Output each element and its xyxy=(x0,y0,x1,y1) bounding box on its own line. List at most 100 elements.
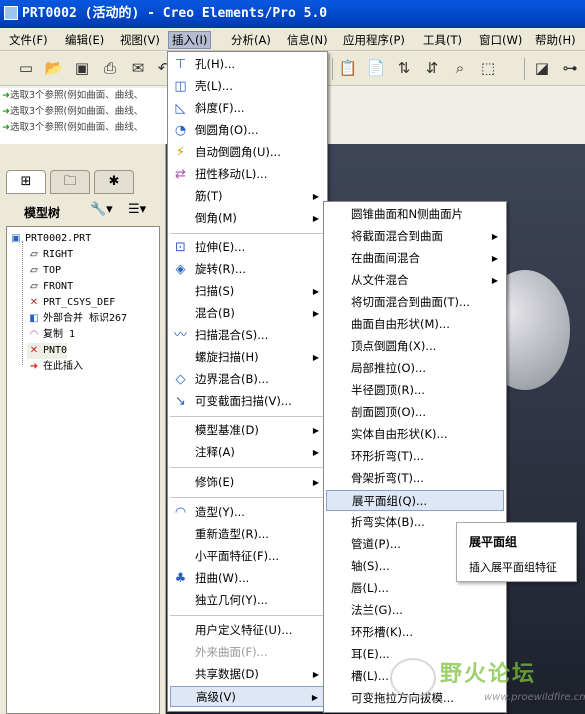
tree-item[interactable]: ▱ RIGHT xyxy=(27,247,73,263)
menu-item-radius-dome[interactable]: 半径圆顶(R)... xyxy=(326,380,504,401)
menu-item-draft[interactable]: ◺ 斜度(F)... xyxy=(170,98,325,119)
menu-item-blend-between-surfaces[interactable]: 在曲面间混合 ▶ xyxy=(326,248,504,269)
tree-item[interactable]: ✕ PRT_CSYS_DEF xyxy=(27,295,115,311)
menu-view[interactable]: 视图(V) xyxy=(117,31,163,49)
tooltip: 展平面组 插入展平面组特征 xyxy=(456,522,577,582)
menu-item-auto-round[interactable]: ⚡ 自动倒圆角(U)... xyxy=(170,142,325,163)
menu-item-revolve[interactable]: ◈ 旋转(R)... xyxy=(170,259,325,280)
submenu-arrow-icon: ▶ xyxy=(312,287,319,296)
menu-item-boundary-blend[interactable]: ◇ 边界混合(B)... xyxy=(170,369,325,390)
message-line: ➜选取3个参照(例如曲面、曲线、 xyxy=(2,90,144,101)
menu-tools[interactable]: 工具(T) xyxy=(420,31,465,49)
menu-applications[interactable]: 应用程序(P) xyxy=(340,31,408,49)
menu-item-chamfer[interactable]: 倒角(M) ▶ xyxy=(170,208,325,229)
submenu-arrow-icon: ▶ xyxy=(491,232,498,241)
menu-file[interactable]: 文件(F) xyxy=(6,31,51,49)
datum-tree-icon[interactable]: ⊶ xyxy=(560,58,580,78)
email-icon[interactable]: ✉ xyxy=(128,58,148,78)
show-menu-icon[interactable]: ☰▾ xyxy=(128,202,146,217)
menu-insert[interactable]: 插入(I) xyxy=(168,31,212,49)
regenerate-icon[interactable]: ⇅ xyxy=(394,58,414,78)
app-icon xyxy=(4,6,18,20)
menu-item-flex-move[interactable]: ⇄ 扭性移动(L)... xyxy=(170,164,325,185)
select-box-icon[interactable]: ⬚ xyxy=(478,58,498,78)
tooltip-title: 展平面组 xyxy=(469,535,518,549)
menu-item-restyle[interactable]: 重新造型(R)... xyxy=(170,524,325,545)
shell-icon: ◫ xyxy=(174,79,187,94)
menu-item-style[interactable]: ◠ 造型(Y)... xyxy=(170,502,325,523)
menu-item-shared-data[interactable]: 共享数据(D) ▶ xyxy=(170,664,325,685)
menu-item-hole[interactable]: ⊤ 孔(H)... xyxy=(170,54,325,75)
menu-item-toroidal-bend[interactable]: 环形折弯(T)... xyxy=(326,446,504,467)
favorites-tab-icon[interactable]: ✱ xyxy=(94,170,134,194)
menu-item-cosmetic[interactable]: 修饰(E) ▶ xyxy=(170,472,325,493)
watermark-text: 野火论坛 xyxy=(440,662,537,687)
tree-item[interactable]: ✕ PNT0 xyxy=(27,343,68,359)
menu-item-spinal-bend[interactable]: 骨架折弯(T)... xyxy=(326,468,504,489)
menu-edit[interactable]: 编辑(E) xyxy=(62,31,107,49)
model-tree-title: 模型树 xyxy=(24,206,61,220)
tree-item[interactable]: ◠ 复制 1 xyxy=(27,327,75,343)
auto-round-icon: ⚡ xyxy=(175,145,186,160)
menu-item-conic-nsided[interactable]: 圆锥曲面和N侧曲面片 xyxy=(326,204,504,225)
menu-item-advanced[interactable]: 高级(V) ▶ xyxy=(170,686,325,707)
model-tree-tab-icon[interactable]: ⊞ xyxy=(6,170,46,194)
submenu-arrow-icon: ▶ xyxy=(491,254,498,263)
menu-item-shell[interactable]: ◫ 壳(L)... xyxy=(170,76,325,97)
menu-item-independent-geometry[interactable]: 独立几何(Y)... xyxy=(170,590,325,611)
warp-icon: ♣ xyxy=(174,571,187,586)
find-binoculars-icon[interactable]: ⌕ xyxy=(450,58,470,78)
menu-item-udf[interactable]: 用户定义特征(U)... xyxy=(170,620,325,641)
tree-item[interactable]: ◧ 外部合并 标识267 xyxy=(27,311,127,327)
window-title: PRT0002 (活动的) - Creo Elements/Pro 5.0 xyxy=(22,6,328,21)
menu-item-flatten-quilt[interactable]: 展平面组(Q)... xyxy=(326,490,504,511)
menu-item-solid-free-form[interactable]: 实体自由形状(K)... xyxy=(326,424,504,445)
menu-item-section-dome[interactable]: 剖面圆顶(O)... xyxy=(326,402,504,423)
flex-move-icon: ⇄ xyxy=(175,167,186,182)
regen-manager-icon[interactable]: ⇵ xyxy=(422,58,442,78)
menu-separator xyxy=(170,233,325,234)
tree-item[interactable]: ▣ PRT0002.PRT xyxy=(9,231,91,247)
menu-item-surface-free-form[interactable]: 曲面自由形状(M)... xyxy=(326,314,504,335)
menu-item-blend[interactable]: 混合(B) ▶ xyxy=(170,303,325,324)
folder-browser-tab-icon[interactable]: 🗀 xyxy=(50,170,90,194)
menu-item-warp[interactable]: ♣ 扭曲(W)... xyxy=(170,568,325,589)
menu-help[interactable]: 帮助(H) xyxy=(532,31,579,49)
arrow-icon: ➜ xyxy=(2,122,10,133)
open-folder-icon[interactable]: 📂 xyxy=(44,58,64,78)
menu-item-helical-sweep[interactable]: 螺旋扫描(H) ▶ xyxy=(170,347,325,368)
menu-item-round[interactable]: ◔ 倒圆角(O)... xyxy=(170,120,325,141)
new-file-icon[interactable]: ▭ xyxy=(16,58,36,78)
menu-item-blend-from-file[interactable]: 从文件混合 ▶ xyxy=(326,270,504,291)
menu-item-annotation[interactable]: 注释(A) ▶ xyxy=(170,442,325,463)
paste-icon[interactable]: 📋 xyxy=(338,58,358,78)
save-icon[interactable]: ▣ xyxy=(72,58,92,78)
menu-item-facet-feature[interactable]: 小平面特征(F)... xyxy=(170,546,325,567)
menu-item-sweep[interactable]: 扫描(S) ▶ xyxy=(170,281,325,302)
tree-item[interactable]: ▱ TOP xyxy=(27,263,61,279)
csys-icon: ✕ xyxy=(29,297,39,308)
menu-item-flange[interactable]: 法兰(G)... xyxy=(326,600,504,621)
submenu-arrow-icon: ▶ xyxy=(311,693,318,702)
menu-item-blend-tangent-to-surface[interactable]: 将切面混合到曲面(T)... xyxy=(326,292,504,313)
menu-item-blend-section-to-surface[interactable]: 将截面混合到曲面 ▶ xyxy=(326,226,504,247)
tree-item[interactable]: ▱ FRONT xyxy=(27,279,73,295)
menu-item-vertex-round[interactable]: 顶点倒圆角(X)... xyxy=(326,336,504,357)
settings-tools-icon[interactable]: 🔧▾ xyxy=(90,202,113,217)
watermark: 野火论坛 www.proewildfire.cn xyxy=(380,652,585,710)
tree-item[interactable]: ➜ 在此插入 xyxy=(27,359,83,375)
merge-icon: ◧ xyxy=(29,313,39,324)
menu-item-neck[interactable]: 环形槽(K)... xyxy=(326,622,504,643)
menu-item-var-section-sweep[interactable]: ↘ 可变截面扫描(V)... xyxy=(170,391,325,412)
menu-item-rib[interactable]: 筋(T) ▶ xyxy=(170,186,325,207)
menu-item-model-datum[interactable]: 模型基准(D) ▶ xyxy=(170,420,325,441)
menu-item-swept-blend[interactable]: 〰扫描混合(S)... xyxy=(170,325,325,346)
menu-item-local-push[interactable]: 局部推拉(O)... xyxy=(326,358,504,379)
print-icon[interactable]: ⎙ xyxy=(100,58,120,78)
menu-window[interactable]: 窗口(W) xyxy=(476,31,525,49)
menu-analysis[interactable]: 分析(A) xyxy=(228,31,274,49)
paste-special-icon[interactable]: 📄 xyxy=(366,58,386,78)
menu-info[interactable]: 信息(N) xyxy=(284,31,331,49)
sketch-icon[interactable]: ◪ xyxy=(532,58,552,78)
menu-item-extrude[interactable]: ⊡ 拉伸(E)... xyxy=(170,237,325,258)
